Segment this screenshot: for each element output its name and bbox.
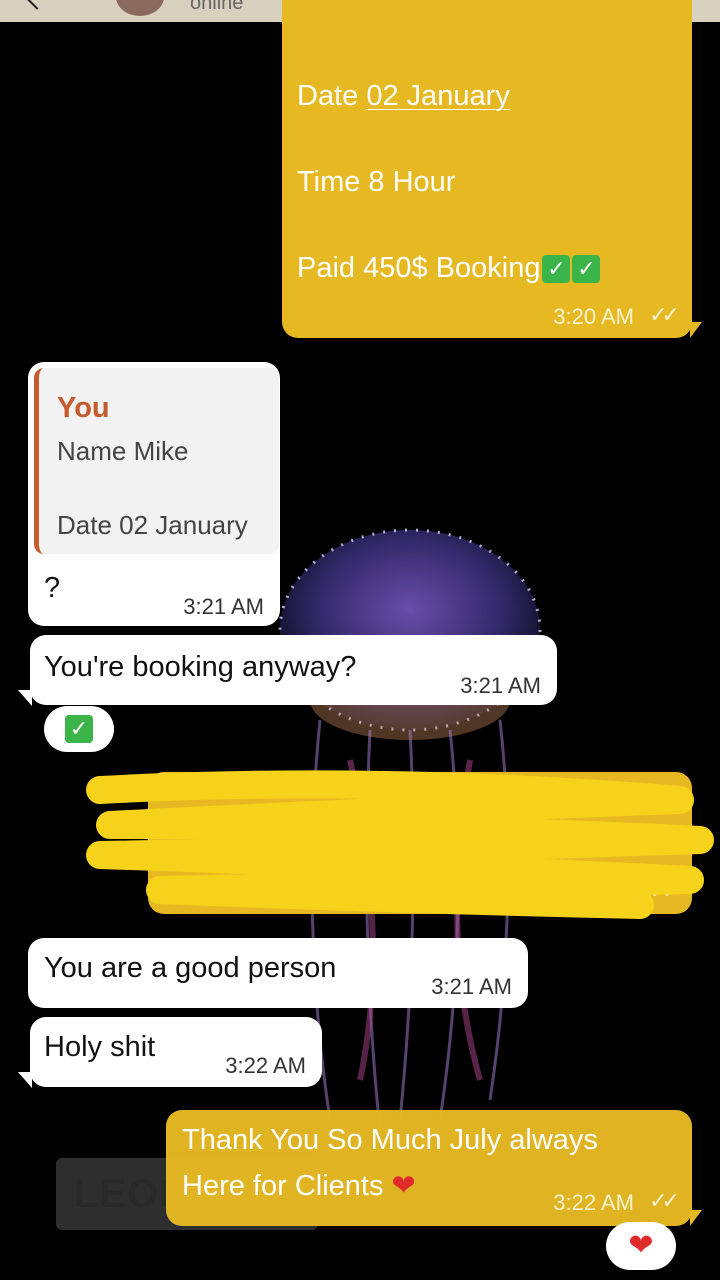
message-line: Time 8 Hour [297, 166, 456, 198]
message-text: Holy shit [44, 1031, 156, 1063]
heart-icon: ❤ [391, 1170, 416, 1202]
message-line-label: Date [297, 80, 367, 112]
read-ticks-icon: ✓✓ [649, 1188, 680, 1213]
message-time: 3:22 AM [225, 1053, 306, 1078]
message-line: Here for Clients ❤ [182, 1168, 416, 1203]
message-incoming[interactable]: You're booking anyway? 3:21 AM [30, 635, 557, 705]
read-ticks-icon: ✓✓ [649, 302, 680, 327]
message-text: You are a good person [44, 952, 337, 984]
quoted-message[interactable]: You Name Mike Date 02 January [34, 368, 279, 554]
reaction-badge[interactable]: ❤ [606, 1222, 676, 1270]
date-link[interactable]: 02 January [366, 80, 510, 112]
message-incoming-reply[interactable]: You Name Mike Date 02 January ? 3:21 AM [28, 362, 280, 626]
bubble-tail [18, 690, 32, 706]
check-mark-icon: ✓ [572, 255, 601, 284]
bubble-tail [18, 1072, 32, 1088]
message-incoming[interactable]: Holy shit 3:22 AM [30, 1017, 322, 1087]
bubble-tail [690, 1210, 702, 1226]
bubble-tail [690, 322, 702, 338]
message-text: ? [44, 572, 61, 604]
message-text: You're booking anyway? [44, 651, 357, 683]
reaction-badge[interactable]: ✓ [44, 706, 114, 752]
message-time: 3:20 AM [553, 304, 634, 329]
message-outgoing-booking[interactable]: Date 02 January Time 8 Hour Paid 450$ Bo… [282, 0, 692, 338]
message-line: Thank You So Much July always [182, 1124, 598, 1156]
quote-line: Date 02 January [57, 510, 248, 540]
message-line: Paid 450$ Booking ✓ ✓ [297, 252, 601, 285]
message-time: 3:21 AM [183, 594, 264, 619]
avatar[interactable] [116, 0, 164, 16]
check-mark-icon: ✓ [542, 255, 571, 284]
message-line: Date 02 January [297, 80, 510, 113]
back-arrow-icon[interactable] [24, 0, 50, 10]
message-line-text: Here for Clients [182, 1170, 384, 1202]
message-line-text: Paid 450$ Booking [297, 252, 541, 284]
message-outgoing[interactable]: Thank You So Much July always Here for C… [166, 1110, 692, 1226]
check-mark-icon: ✓ [65, 714, 93, 743]
redaction-scribble [86, 770, 714, 919]
message-time: 3:22 AM [553, 1190, 634, 1215]
quote-line: Name Mike [57, 436, 189, 466]
contact-status: online [190, 0, 244, 14]
message-time: 3:21 AM [460, 673, 541, 698]
quote-author: You [57, 392, 110, 424]
message-time: 3:21 AM [431, 974, 512, 999]
message-incoming[interactable]: You are a good person 3:21 AM [28, 938, 528, 1008]
heart-reaction-icon: ❤ [628, 1229, 654, 1262]
